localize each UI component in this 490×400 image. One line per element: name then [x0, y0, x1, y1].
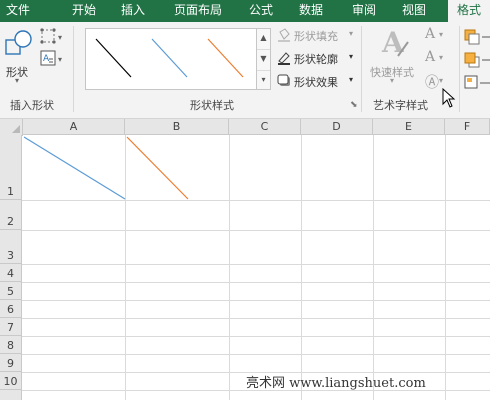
text-fill-button[interactable]: A ▾ — [425, 26, 451, 44]
svg-text:A: A — [43, 54, 50, 64]
text-outline-icon: A — [425, 49, 436, 65]
shapes-icon — [5, 30, 32, 55]
wordart-styles-group-label: 艺术字样式 — [373, 99, 428, 112]
text-box-icon[interactable]: A ▾ — [40, 50, 68, 68]
shape-styles-group-label: 形状样式 — [190, 99, 234, 112]
svg-text:▾: ▾ — [58, 55, 62, 64]
shape-fill-button[interactable]: 形状填充 ▾ — [277, 26, 357, 44]
tab-home[interactable]: 开始 — [66, 0, 102, 22]
watermark: 亮术网 www.liangshuet.com — [246, 376, 426, 391]
chevron-down-icon: ▾ — [390, 76, 395, 85]
tab-view[interactable]: 视图 — [396, 0, 432, 22]
tab-page-layout[interactable]: 页面布局 — [170, 0, 226, 22]
shape-styles-gallery — [85, 28, 257, 90]
bring-forward-icon[interactable] — [464, 28, 490, 46]
drawing-layer — [23, 136, 189, 200]
scroll-up-icon[interactable]: ▲ — [257, 29, 270, 50]
chevron-down-icon: ▾ — [349, 75, 354, 84]
shapes-button[interactable]: 形状 ▾ — [2, 26, 36, 85]
text-outline-button[interactable]: A ▾ — [425, 49, 451, 67]
shape-effects-icon — [277, 74, 290, 86]
tab-review[interactable]: 审阅 — [346, 0, 382, 22]
chevron-down-icon: ▾ — [439, 76, 444, 85]
pencil-outline-icon — [278, 52, 290, 65]
orange-line-shape-b1[interactable] — [126, 136, 189, 200]
mouse-cursor-icon — [442, 88, 456, 108]
wordart-a-icon: A — [381, 26, 409, 59]
dialog-launcher-icon[interactable]: ⬊ — [350, 100, 358, 110]
tab-insert[interactable]: 插入 — [115, 0, 151, 22]
shape-outline-button[interactable]: 形状轮廓 ▾ — [277, 49, 357, 67]
shape-fill-label: 形状填充 — [294, 30, 338, 43]
tab-formulas[interactable]: 公式 — [243, 0, 279, 22]
edit-shape-icon[interactable]: ▾ — [40, 28, 68, 46]
blue-line-shape-a1[interactable] — [23, 136, 126, 200]
svg-text:A: A — [381, 26, 405, 59]
paint-bucket-icon — [278, 28, 290, 42]
chevron-down-icon: ▾ — [439, 53, 444, 62]
gallery-scroll[interactable]: ▲ ▼ ▾ — [257, 28, 271, 90]
style-orange-line[interactable] — [207, 38, 244, 78]
quick-styles-button[interactable]: A 快速样式 ▾ — [366, 26, 422, 86]
tab-format[interactable]: 格式 — [448, 0, 490, 22]
chevron-down-icon: ▾ — [439, 30, 444, 39]
tab-file[interactable]: 文件 — [0, 0, 36, 22]
selection-pane-icon[interactable] — [464, 74, 490, 92]
text-effects-icon: Ⓐ — [425, 75, 439, 91]
chevron-down-icon: ▾ — [349, 29, 354, 38]
ribbon-tab-bar: 文件 开始 插入 页面布局 公式 数据 审阅 视图 格式 — [0, 0, 490, 22]
text-fill-icon: A — [425, 26, 436, 42]
group-divider — [73, 26, 74, 112]
insert-shapes-group-label: 插入形状 — [10, 99, 54, 112]
spreadsheet-grid: A B C D E F 1 2 3 4 5 6 7 8 9 10 亮术网 www… — [0, 119, 490, 400]
group-divider — [361, 26, 362, 112]
tab-data[interactable]: 数据 — [293, 0, 329, 22]
svg-text:▾: ▾ — [58, 33, 62, 42]
ribbon: 形状 ▾ ▾ A ▾ 插入形状 ▲ ▼ ▾ 形状填充 ▾ 形状轮廓 ▾ 形状效果… — [0, 22, 490, 119]
group-divider — [459, 26, 460, 112]
chevron-down-icon: ▾ — [349, 52, 354, 61]
send-backward-icon[interactable] — [464, 51, 490, 69]
shape-effects-label: 形状效果 — [294, 76, 338, 89]
shape-outline-label: 形状轮廓 — [294, 53, 338, 66]
style-black-line[interactable] — [95, 38, 132, 78]
scroll-down-icon[interactable]: ▼ — [257, 50, 270, 71]
chevron-down-icon: ▾ — [15, 76, 20, 85]
gallery-more-icon[interactable]: ▾ — [257, 71, 270, 91]
style-blue-line[interactable] — [151, 38, 188, 78]
shape-effects-button[interactable]: 形状效果 ▾ — [277, 72, 357, 90]
